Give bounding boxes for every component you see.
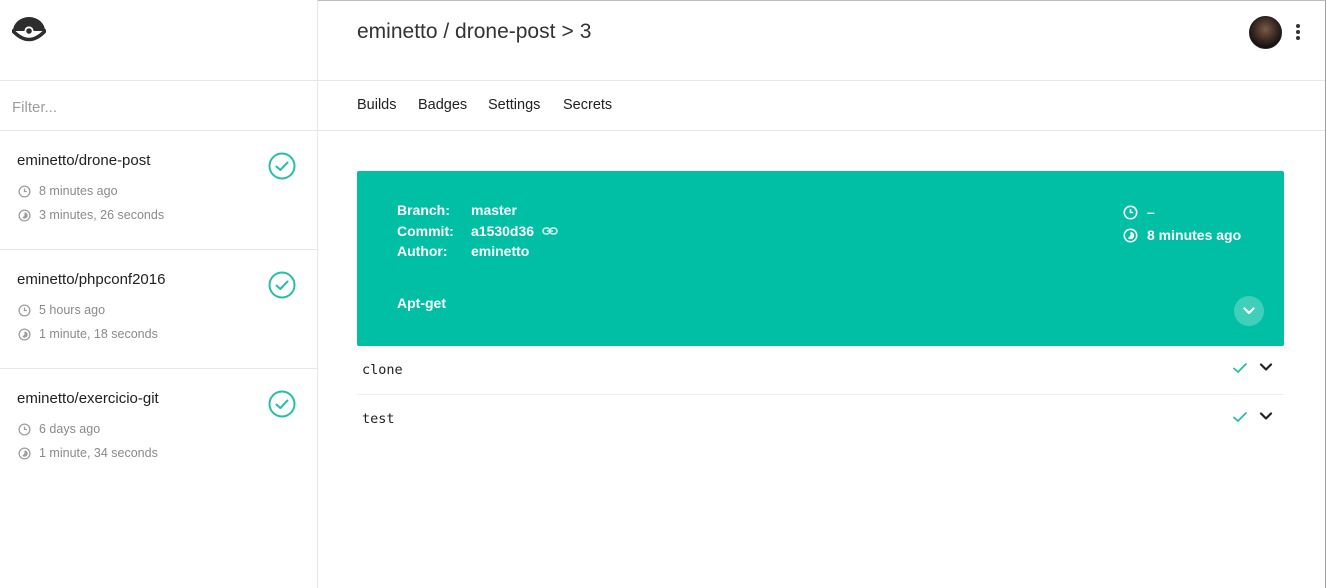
sidebar: eminetto/drone-post 8 minutes ago 3 minu… [0,0,318,588]
build-commit: Commit: a1530d36 [397,223,558,239]
timelapse-icon [18,208,31,222]
user-avatar[interactable] [1249,16,1282,49]
build-duration-text: 8 minutes ago [1147,227,1242,243]
main-panel: eminetto / drone-post > 3 Builds Badges … [318,0,1325,588]
tab-settings[interactable]: Settings [488,97,540,113]
breadcrumb: eminetto / drone-post > 3 [357,20,591,44]
timelapse-icon [18,446,31,460]
success-check-icon [268,152,296,180]
clock-icon [18,303,31,317]
repo-duration: 1 minute, 34 seconds [18,446,158,460]
step-row-test[interactable]: test [357,395,1284,444]
repo-ago-text: 6 days ago [39,422,101,436]
build-duration: 8 minutes ago [1123,227,1241,243]
clock-icon [18,422,31,436]
repo-name: eminetto/drone-post [17,152,151,169]
repo-duration-text: 3 minutes, 26 seconds [39,208,165,222]
success-check-icon [268,271,296,299]
timelapse-icon [18,327,31,341]
repo-item-drone-post[interactable]: eminetto/drone-post 8 minutes ago 3 minu… [0,131,317,250]
more-vert-icon[interactable] [1292,20,1304,44]
tab-badges[interactable]: Badges [418,97,467,113]
filter-bar [0,80,317,131]
repo-item-phpconf2016[interactable]: eminetto/phpconf2016 5 hours ago 1 minut… [0,250,317,369]
repo-ago-text: 5 hours ago [39,303,106,317]
page-header: eminetto / drone-post > 3 [318,0,1325,81]
commit-message: Apt-get [397,295,446,311]
commit-label: Commit: [397,223,454,239]
check-icon [1233,412,1247,422]
step-name: test [362,411,395,427]
build-steps: clone test [357,346,1284,444]
filter-input[interactable] [12,95,302,119]
build-started: – [1123,204,1155,220]
repo-list: eminetto/drone-post 8 minutes ago 3 minu… [0,131,317,488]
repo-name: eminetto/exercicio-git [17,390,159,407]
clock-icon [18,184,31,198]
step-row-clone[interactable]: clone [357,346,1284,395]
expand-details-button[interactable] [1234,296,1264,326]
repo-name: eminetto/phpconf2016 [17,271,166,288]
repo-duration: 1 minute, 18 seconds [18,327,158,341]
tab-builds[interactable]: Builds [357,97,397,113]
repo-tabs: Builds Badges Settings Secrets [318,81,1325,131]
branch-value: master [471,202,517,218]
chevron-down-icon[interactable] [1259,411,1273,421]
breadcrumb-repo-link[interactable]: eminetto / drone-post [357,20,555,44]
step-name: clone [362,362,403,378]
link-icon[interactable] [542,226,558,236]
breadcrumb-separator: > [561,20,574,43]
chevron-down-icon[interactable] [1259,362,1273,372]
commit-value[interactable]: a1530d36 [471,223,534,239]
repo-item-exercicio-git[interactable]: eminetto/exercicio-git 6 days ago 1 minu… [0,369,317,488]
repo-last-build: 5 hours ago [18,303,105,317]
build-started-text: – [1147,204,1155,220]
build-author: Author: eminetto [397,243,529,259]
repo-duration-text: 1 minute, 18 seconds [39,327,158,341]
chevron-down-icon [1243,307,1255,315]
author-label: Author: [397,243,448,259]
build-summary-card: Branch: master Commit: a1530d36 Author: … [357,171,1284,346]
clock-icon [1123,204,1138,220]
tab-secrets[interactable]: Secrets [563,97,612,113]
branch-label: Branch: [397,202,450,218]
success-check-icon [268,390,296,418]
repo-duration: 3 minutes, 26 seconds [18,208,164,222]
repo-duration-text: 1 minute, 34 seconds [39,446,158,460]
build-branch: Branch: master [397,202,517,218]
drone-logo-icon[interactable] [11,16,47,46]
check-icon [1233,363,1247,373]
repo-last-build: 8 minutes ago [18,184,118,198]
repo-last-build: 6 days ago [18,422,100,436]
author-value: eminetto [471,243,530,259]
timelapse-icon [1123,227,1138,243]
repo-ago-text: 8 minutes ago [39,184,118,198]
breadcrumb-build-number: 3 [579,20,592,43]
